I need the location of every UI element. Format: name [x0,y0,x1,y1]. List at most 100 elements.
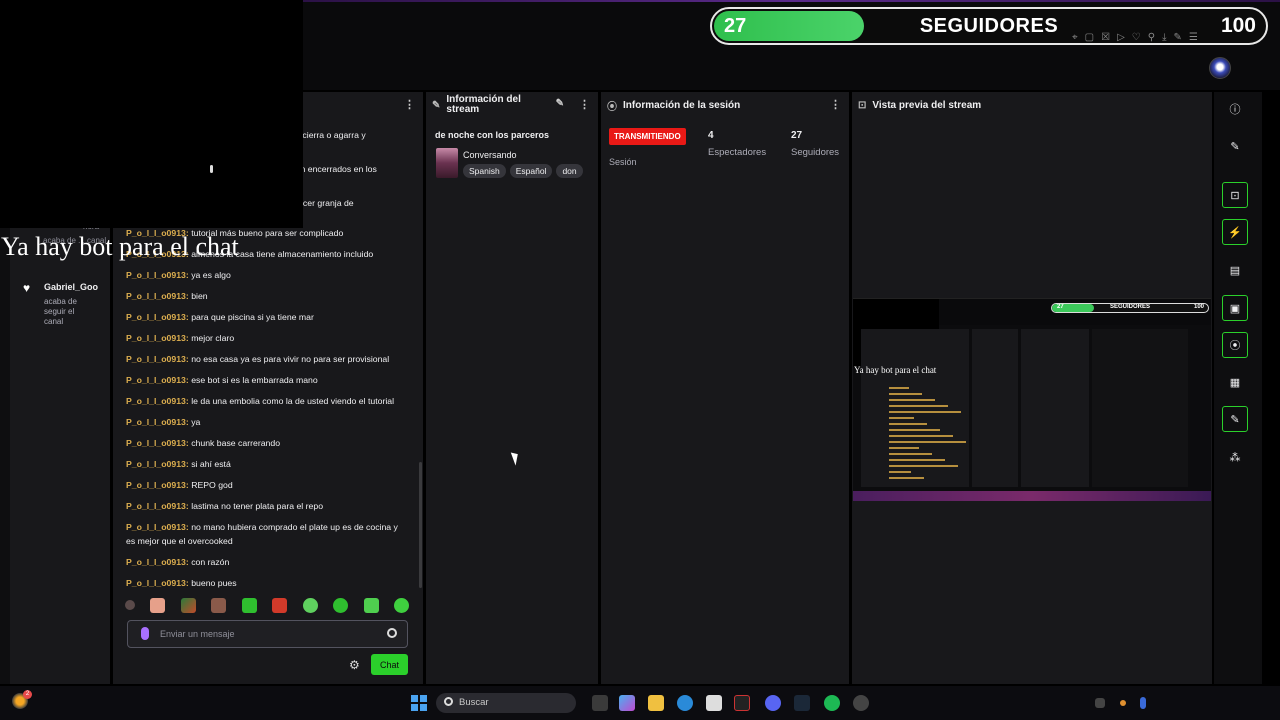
chat-username[interactable]: P_o_l_l_o0913: [126,270,189,280]
tray-mic-icon[interactable] [1140,697,1146,709]
chat-message: P_o_l_l_o0913: le da una embolia como la… [126,394,408,408]
dashboard-icon[interactable]: ▦ [1222,369,1248,395]
emote-icon[interactable] [393,597,409,613]
gear-icon[interactable]: ⚙ [349,658,360,672]
preview-goal-title: SEGUIDORES [1109,304,1150,310]
spotify-icon[interactable] [824,695,840,711]
stream-preview-video[interactable]: 27 SEGUIDORES 100 Ya hay bot para el cha… [853,298,1211,501]
preview-taskbar [853,491,1211,501]
lightning-icon[interactable]: ⚡ [1222,219,1248,245]
crop-icon[interactable]: ▢ [1085,32,1094,43]
emote-icon[interactable] [180,597,196,613]
emote-icon[interactable] [150,597,166,613]
stream-tag[interactable]: don [556,164,583,178]
chat-username[interactable]: P_o_l_l_o0913: [126,578,189,588]
close-box-icon[interactable]: ☒ [1101,32,1110,43]
preview-chat-line [889,387,909,389]
preview-session-panel [1021,329,1089,487]
emoji-picker-icon[interactable] [387,628,397,638]
chat-message-input[interactable] [160,626,380,642]
activity-user: Gabriel_Goo [44,282,99,292]
chat-menu-icon[interactable]: ⋮ [404,98,415,111]
pencil-icon[interactable]: ✎ [1222,133,1248,159]
chat-username[interactable]: P_o_l_l_o0913: [126,291,189,301]
emote-icon[interactable] [363,597,379,613]
top-accent-line [300,0,1280,2]
webcam-light [210,165,213,173]
info-icon[interactable]: ⓘ [1222,96,1248,122]
chat-username[interactable]: P_o_l_l_o0913: [126,375,189,385]
avatar[interactable] [1209,57,1231,79]
chat-text: si ahí está [188,459,231,469]
task-view-icon[interactable] [592,695,608,711]
preview-chat-line [889,441,966,443]
preview-chat-line [889,399,935,401]
heart-icon[interactable]: ♡ [1132,32,1141,43]
steam-icon[interactable] [794,695,810,711]
chat-username[interactable]: P_o_l_l_o0913: [126,354,189,364]
viewers-label: Espectadores [708,147,767,158]
preview-chat-line [889,435,953,437]
chat-send-button[interactable]: Chat [371,654,408,675]
emote-icon[interactable] [125,600,135,610]
windows-taskbar: 2 Buscar [0,686,1280,720]
chat-message: s encierra o agarra y [286,128,408,142]
panel-title: Información de la sesión [623,99,741,111]
menu-icon[interactable]: ☰ [1189,32,1198,43]
store-icon[interactable] [706,695,722,711]
chat-username[interactable]: P_o_l_l_o0913: [126,312,189,322]
windows-start-icon[interactable] [411,695,427,711]
tray-icon[interactable] [1095,698,1105,708]
panel-menu-icon[interactable]: ⋮ [830,98,841,111]
taskbar-search[interactable]: Buscar [436,693,576,713]
chat-username[interactable]: P_o_l_l_o0913: [126,417,189,427]
emote-icon[interactable] [211,597,227,613]
emote-icon[interactable] [241,597,257,613]
stream-tag[interactable]: Spanish [463,164,506,178]
chat-username[interactable]: P_o_l_l_o0913: [126,501,189,511]
pencil-icon[interactable]: ✎ [556,98,564,109]
ai-edit-icon[interactable]: ✎ [1173,32,1181,43]
wrench-icon[interactable]: ✎ [1222,406,1248,432]
chat-username[interactable]: P_o_l_l_o0913: [126,438,189,448]
chat-icon[interactable]: ▣ [1222,295,1248,321]
emote-icon[interactable] [333,597,349,613]
window-toolbar: ⌖ ▢ ☒ ▷ ♡ ⚲ ⤓ ✎ ☰ [1072,30,1262,44]
preview-follower-goal: 27 SEGUIDORES 100 [1051,303,1209,313]
user-icon[interactable]: ⚲ [1148,32,1155,43]
chat-username[interactable]: P_o_l_l_o0913: [126,480,189,490]
community-icon[interactable]: ⁂ [1222,444,1248,470]
preview-chat-line [889,459,945,461]
edge-icon[interactable] [677,695,693,711]
mic-icon[interactable] [141,627,149,640]
chat-username[interactable]: P_o_l_l_o0913: [126,333,189,343]
tray-status-icon[interactable] [1120,700,1126,706]
obs-icon[interactable] [853,695,869,711]
emote-icon[interactable] [302,597,318,613]
panel-menu-icon[interactable]: ⋮ [579,98,590,111]
chat-username[interactable]: P_o_l_l_o0913: [126,396,189,406]
chat-message: P_o_l_l_o0913: ya [126,415,408,429]
play-icon[interactable]: ▷ [1117,32,1125,43]
followers-label: Seguidores [791,147,840,158]
preview-icon[interactable]: ⊡ [1222,182,1248,208]
chat-username[interactable]: P_o_l_l_o0913: [126,459,189,469]
chat-username[interactable]: P_o_l_l_o0913: [126,557,189,567]
stream-tag[interactable]: Español [509,164,553,178]
emote-icon[interactable] [272,597,288,613]
preview-chat-line [889,453,932,455]
pin-icon[interactable]: ⌖ [1072,32,1078,43]
download-icon[interactable]: ⤓ [1162,32,1166,43]
activity-text: acaba de seguir el canal [44,297,77,326]
discord-icon[interactable] [765,695,781,711]
copilot-icon[interactable] [619,695,635,711]
chat-message: P_o_l_l_o0913: lastima no tener plata pa… [126,499,408,513]
file-explorer-icon[interactable] [648,695,664,711]
chat-username[interactable]: P_o_l_l_o0913: [126,522,189,532]
notes-icon[interactable]: ▤ [1222,257,1248,283]
broadcast-icon[interactable]: ⦿ [1222,332,1248,358]
preview-chat-line [889,465,958,467]
chat-scrollbar[interactable] [419,462,422,588]
chat-input-box [127,620,408,648]
app-icon[interactable] [734,695,750,711]
